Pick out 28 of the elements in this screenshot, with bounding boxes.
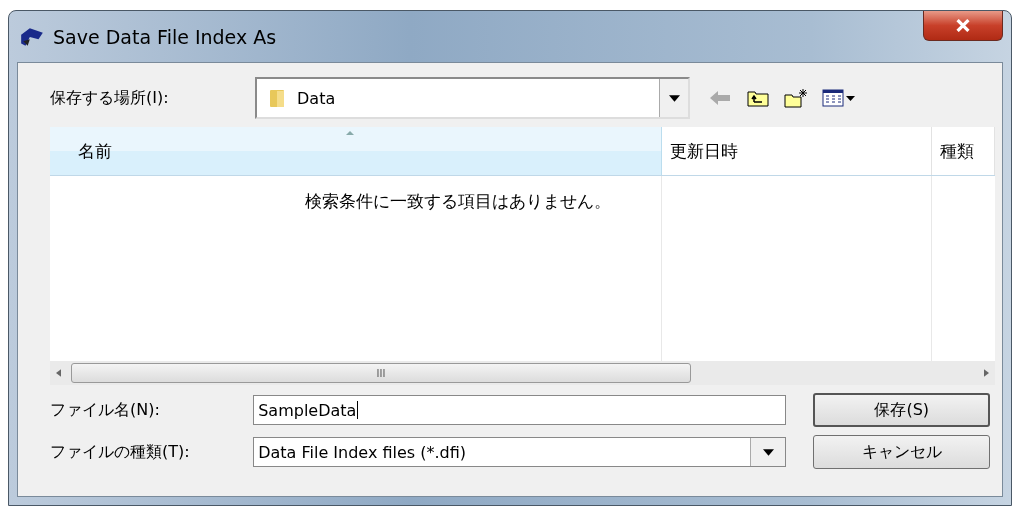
file-type-dropdown[interactable]: Data File Index files (*.dfi) bbox=[253, 437, 787, 467]
empty-message: 検索条件に一致する項目はありません。 bbox=[305, 191, 611, 211]
file-name-field[interactable]: SampleData bbox=[253, 395, 787, 425]
file-type-label: ファイルの種類(T): bbox=[50, 441, 191, 463]
column-header[interactable]: 種類 bbox=[932, 127, 995, 175]
column-header[interactable]: 更新日時 bbox=[662, 127, 932, 175]
close-button[interactable] bbox=[923, 11, 1003, 41]
scroll-thumb[interactable]: III bbox=[71, 363, 691, 383]
dropdown-button[interactable] bbox=[659, 79, 688, 117]
view-menu-icon[interactable] bbox=[822, 88, 856, 108]
window-title: Save Data File Index As bbox=[53, 25, 277, 48]
caret-icon bbox=[762, 448, 774, 456]
column-header[interactable]: 名前 bbox=[50, 127, 662, 175]
caret-icon bbox=[668, 94, 680, 102]
save-button[interactable]: 保存(S) bbox=[813, 393, 990, 427]
sort-arrow-icon bbox=[346, 131, 354, 135]
folder-icon bbox=[269, 88, 285, 108]
up-folder-icon[interactable] bbox=[746, 88, 770, 108]
dropdown-button[interactable] bbox=[750, 438, 786, 466]
close-icon bbox=[955, 19, 971, 32]
cancel-button[interactable]: キャンセル bbox=[813, 435, 990, 469]
scroll-right-icon[interactable] bbox=[984, 369, 989, 377]
location-dropdown[interactable]: Data bbox=[255, 77, 690, 119]
scroll-left-icon[interactable] bbox=[56, 369, 61, 377]
new-folder-icon[interactable] bbox=[784, 88, 808, 108]
location-label: 保存する場所(I): bbox=[50, 87, 170, 109]
horizontal-scrollbar[interactable]: III bbox=[50, 361, 995, 385]
file-name-label: ファイル名(N): bbox=[50, 399, 161, 421]
